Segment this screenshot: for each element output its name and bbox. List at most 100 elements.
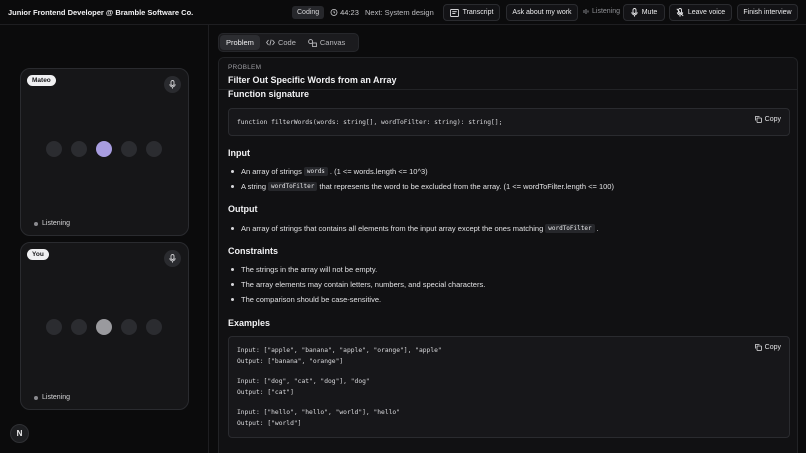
listening-label: Listening xyxy=(592,8,621,15)
tab-problem[interactable]: Problem xyxy=(220,35,260,50)
voice-dot xyxy=(71,319,87,335)
output-heading: Output xyxy=(228,204,258,214)
example-line: Input: ["hello", "hello", "world"], "hel… xyxy=(237,409,401,416)
app-logo[interactable]: N xyxy=(10,424,29,443)
status-dot xyxy=(34,395,38,400)
inline-code: wordToFilter xyxy=(268,182,318,191)
code-icon xyxy=(265,39,275,46)
voice-activity-dots xyxy=(46,319,162,335)
constraint-item: The strings in the array will not be emp… xyxy=(228,265,377,274)
timer-icon xyxy=(330,8,338,16)
status-dot xyxy=(34,221,38,226)
text: An array of strings that contains all el… xyxy=(241,224,544,233)
bullet xyxy=(231,227,234,230)
tab-code[interactable]: Code xyxy=(260,35,302,50)
participant-name: You xyxy=(27,249,49,260)
stage-badge: Coding xyxy=(292,6,325,19)
mute-button[interactable]: Mute xyxy=(623,4,665,21)
problem-title: Filter Out Specific Words from an Array xyxy=(228,75,397,85)
microphone-off-icon xyxy=(676,8,684,17)
view-tabs: Problem Code Canvas xyxy=(218,33,359,52)
voice-dot xyxy=(121,319,137,335)
example-line: Output: ["world"] xyxy=(237,420,302,427)
leave-voice-button[interactable]: Leave voice xyxy=(669,4,732,21)
bullet xyxy=(231,268,234,271)
voice-dot xyxy=(121,141,137,157)
input-item: An array of strings words . (1 <= words.… xyxy=(228,167,428,176)
copy-icon xyxy=(754,116,762,123)
inline-code: wordToFilter xyxy=(545,224,595,233)
example-line: Output: ["banana", "orange"] xyxy=(237,358,344,365)
top-bar: Junior Frontend Developer @ Bramble Soft… xyxy=(0,0,806,25)
bullet xyxy=(231,185,234,188)
participant-status: Listening xyxy=(34,394,70,401)
transcript-button[interactable]: Transcript xyxy=(443,4,500,21)
tab-label: Problem xyxy=(226,38,254,47)
transcript-icon xyxy=(449,8,459,17)
timer-value: 44:23 xyxy=(340,8,359,17)
participant-name: Mateo xyxy=(27,75,56,86)
shapes-icon xyxy=(308,38,317,47)
voice-dot-active xyxy=(96,141,112,157)
signature-heading: Function signature xyxy=(228,89,309,99)
microphone-icon xyxy=(169,254,176,263)
voice-activity-dots xyxy=(46,141,162,157)
participant-status: Listening xyxy=(34,220,70,227)
text: that represents the word to be excluded … xyxy=(319,182,614,191)
voice-dot xyxy=(46,141,62,157)
microphone-icon xyxy=(631,8,638,17)
example-line: Input: ["dog", "cat", "dog"], "dog" xyxy=(237,378,370,385)
example-line: Output: ["cat"] xyxy=(237,389,294,396)
examples-heading: Examples xyxy=(228,318,271,328)
voice-dot-active xyxy=(96,319,112,335)
ask-about-work-button[interactable]: Ask about my work xyxy=(506,4,578,21)
problem-panel: PROBLEM Filter Out Specific Words from a… xyxy=(218,57,798,453)
text: A string xyxy=(241,182,267,191)
status-label: Listening xyxy=(42,220,71,227)
voice-dot xyxy=(146,141,162,157)
interview-title: Junior Frontend Developer @ Bramble Soft… xyxy=(8,8,194,17)
text: . (1 <= words.length <= 10^3) xyxy=(329,167,428,176)
mute-label: Mute xyxy=(641,9,658,16)
bullet xyxy=(231,170,234,173)
voice-dot xyxy=(46,319,62,335)
next-stage: Next: System design xyxy=(365,8,434,17)
voice-dot xyxy=(71,141,87,157)
example-line: Input: ["apple", "banana", "apple", "ora… xyxy=(237,347,442,354)
voice-dot xyxy=(146,319,162,335)
participant-card-mateo: Mateo Listening xyxy=(20,68,189,236)
inline-code: words xyxy=(303,167,328,176)
copy-label: Copy xyxy=(764,344,781,351)
participant-card-you: You Listening xyxy=(20,242,189,410)
timer: 44:23 xyxy=(330,8,359,17)
bullet xyxy=(231,283,234,286)
text: The strings in the array will not be emp… xyxy=(241,265,378,274)
finish-label: Finish interview xyxy=(743,9,792,16)
text: An array of strings xyxy=(241,167,302,176)
status-label: Listening xyxy=(42,394,71,401)
signature-code-block: function filterWords(words: string[], wo… xyxy=(228,108,790,136)
finish-interview-button[interactable]: Finish interview xyxy=(737,4,798,21)
text: The array elements may contain letters, … xyxy=(241,280,486,289)
mic-button[interactable] xyxy=(164,76,181,93)
transcript-label: Transcript xyxy=(462,9,494,16)
audio-wave-icon xyxy=(583,8,589,15)
tab-label: Canvas xyxy=(319,38,346,47)
copy-examples-button[interactable]: Copy xyxy=(754,344,781,351)
copy-signature-button[interactable]: Copy xyxy=(754,116,781,123)
signature-code: function filterWords(words: string[], wo… xyxy=(237,119,503,126)
copy-label: Copy xyxy=(764,116,781,123)
tab-canvas[interactable]: Canvas xyxy=(302,35,351,50)
text: The comparison should be case-sensitive. xyxy=(241,295,382,304)
bullet xyxy=(231,298,234,301)
output-item: An array of strings that contains all el… xyxy=(228,224,599,233)
constraint-item: The array elements may contain letters, … xyxy=(228,280,485,289)
tab-label: Code xyxy=(277,38,296,47)
input-item: A string wordToFilter that represents th… xyxy=(228,182,614,191)
mic-button[interactable] xyxy=(164,250,181,267)
problem-label: PROBLEM xyxy=(228,64,262,71)
text: . xyxy=(596,224,599,233)
examples-code-block: Copy Input: ["apple", "banana", "apple",… xyxy=(228,336,790,438)
copy-icon xyxy=(754,344,762,351)
constraints-heading: Constraints xyxy=(228,246,279,256)
